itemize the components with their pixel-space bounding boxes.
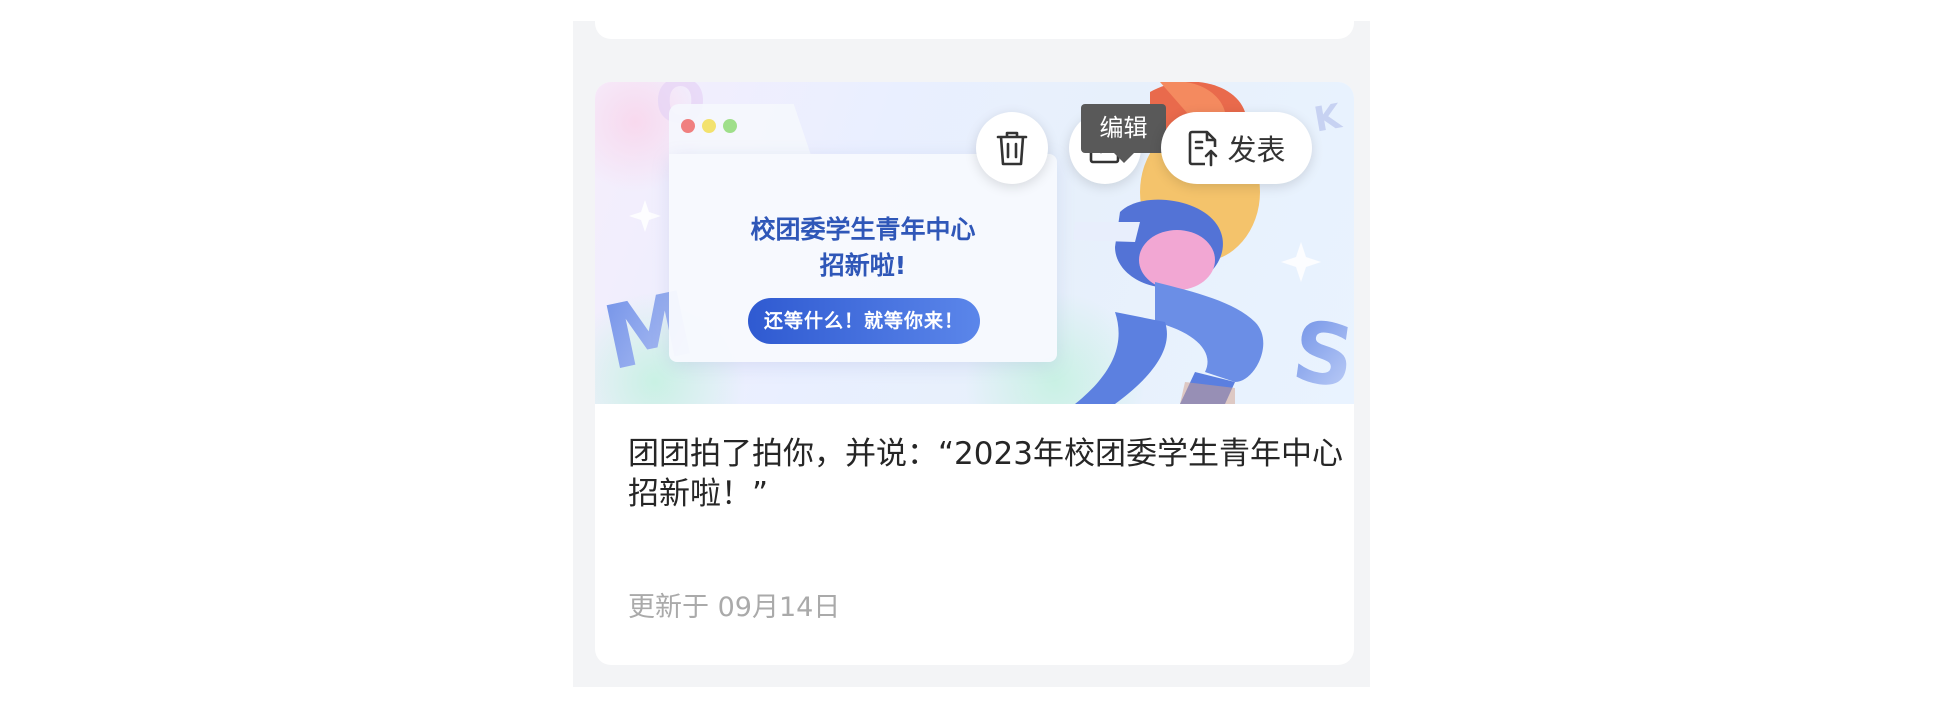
updated-date: 更新于 09月14日 (628, 592, 841, 623)
trash-icon (996, 131, 1028, 166)
previous-card[interactable] (595, 0, 1354, 39)
card-description: 团团拍了拍你，并说：“2023年校团委学生青年中心招新啦！” (628, 436, 1343, 512)
svg-text:S: S (1287, 302, 1354, 404)
svg-text:K: K (1311, 96, 1346, 140)
publish-button[interactable]: 发表 (1161, 112, 1312, 184)
banner-heading-line2: 招新啦! (819, 251, 907, 280)
window-dot-yellow (702, 119, 716, 133)
delete-button[interactable] (976, 112, 1048, 184)
window-dot-green (723, 119, 737, 133)
banner-cta: 还等什么！就等你来！ (748, 298, 980, 344)
publish-label: 发表 (1227, 133, 1286, 167)
banner-heading: 校团委学生青年中心 招新啦! (669, 212, 1057, 284)
publish-icon (1189, 130, 1218, 167)
banner-heading-line1: 校团委学生青年中心 (750, 215, 976, 244)
content-panel: O M S K (573, 0, 1370, 687)
article-card[interactable]: O M S K (595, 82, 1354, 665)
edit-tooltip: 编辑 (1081, 104, 1166, 163)
window-dot-red (681, 119, 695, 133)
